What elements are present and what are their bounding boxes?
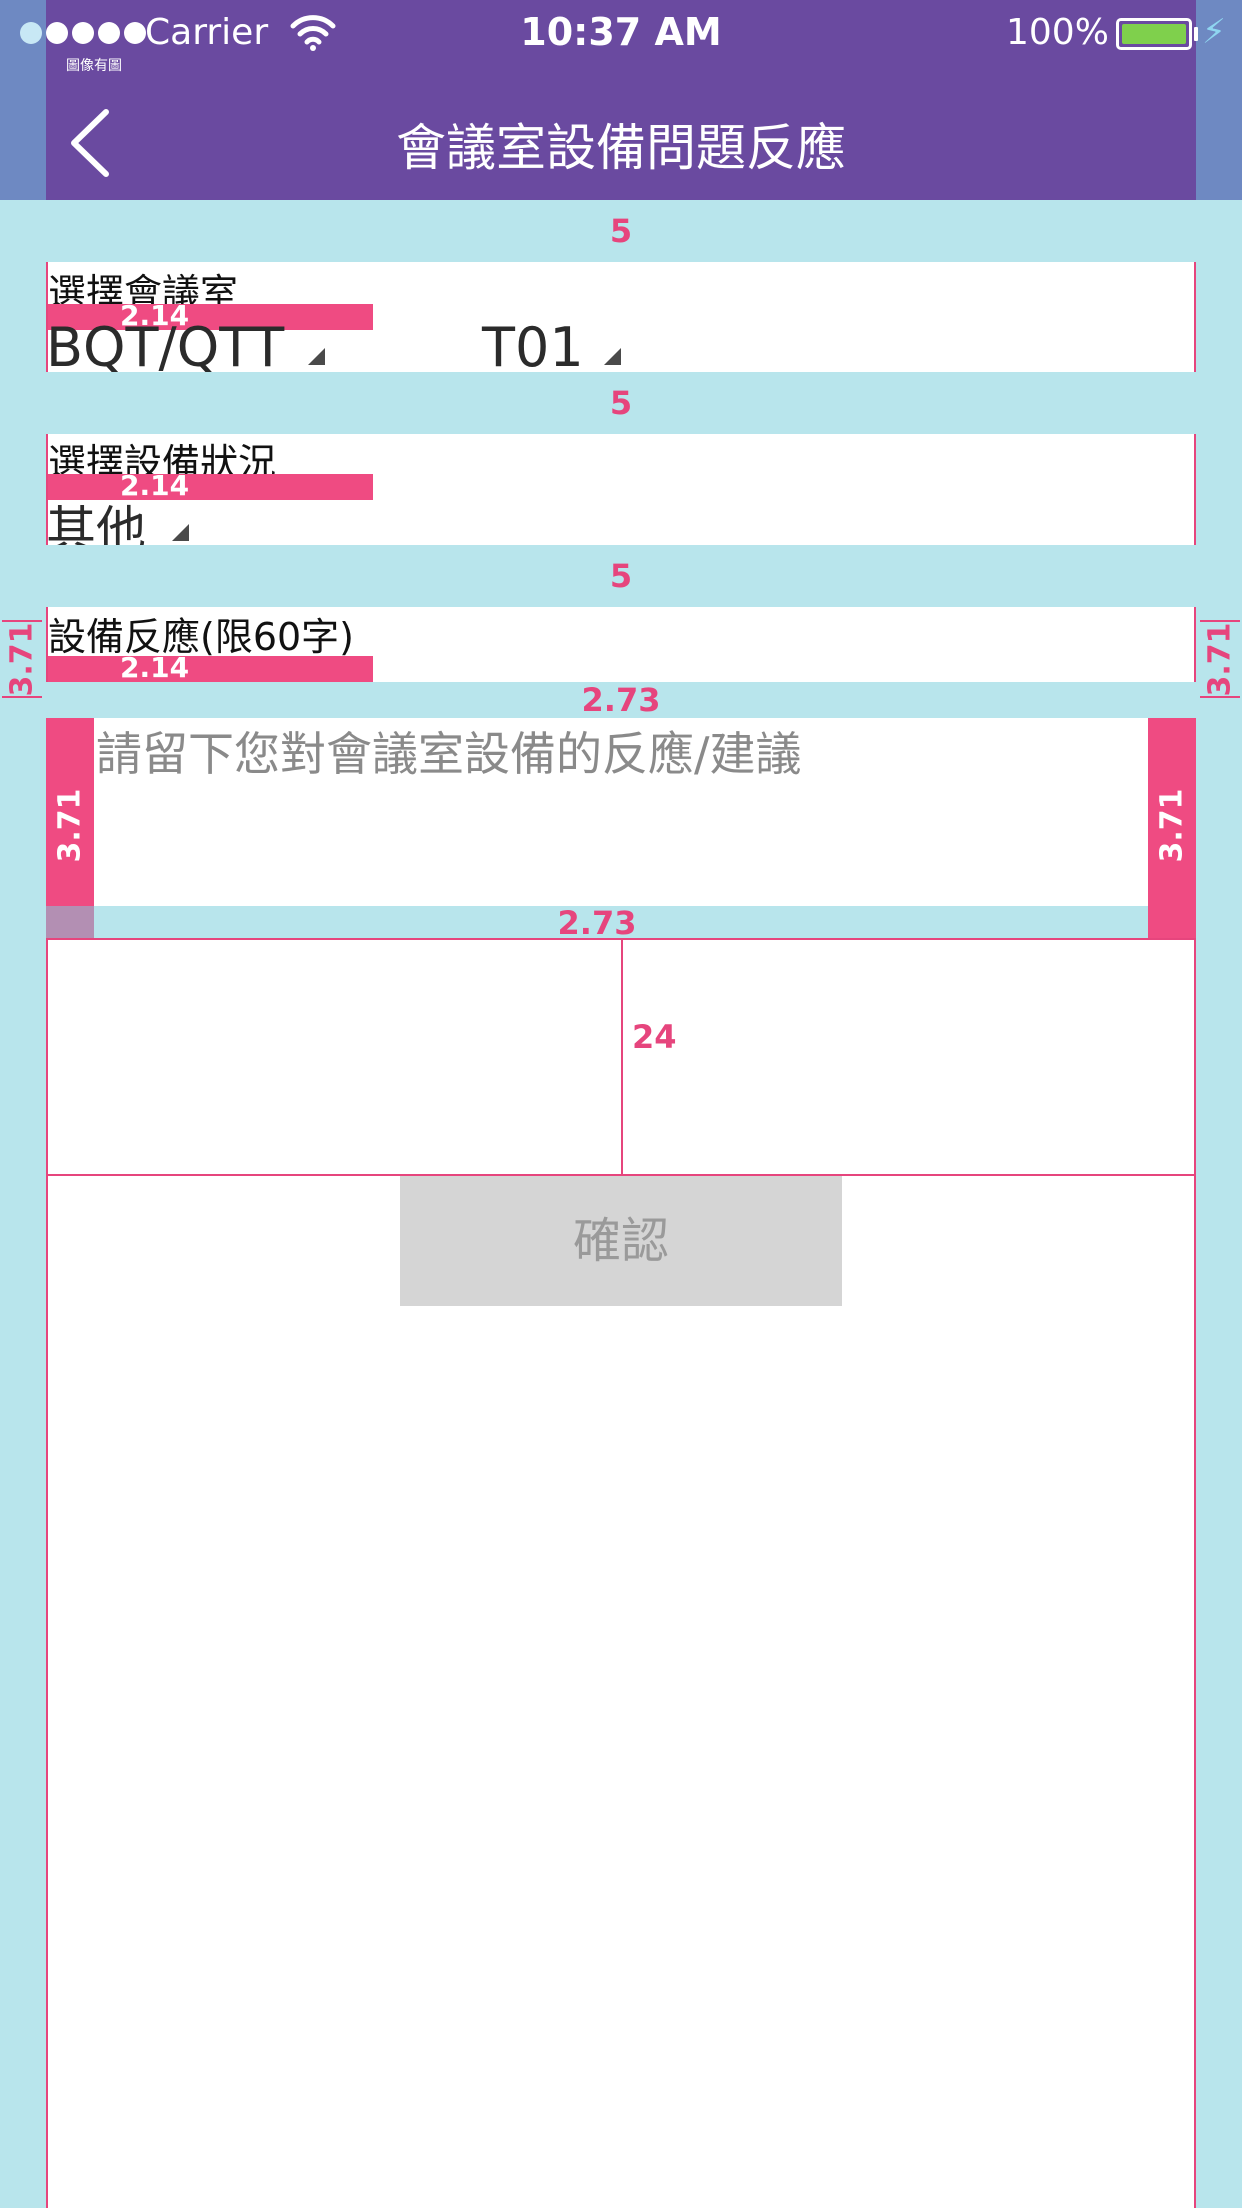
feedback-textarea-placeholder: 請留下您對會議室設備的反應/建議 (96, 727, 802, 781)
left-margin-guide (0, 0, 46, 2208)
feedback-section-label: 設備反應(限60字) (48, 615, 355, 659)
label-gap-measure-3: 2.14 (48, 651, 373, 684)
room-picker-value: T01 (482, 316, 584, 379)
input-right-padding-measure: 3.71 (1148, 718, 1196, 940)
status-tiny-label: 圖像有圖 (66, 58, 122, 74)
right-margin-measure: 3.71 (1196, 620, 1242, 700)
right-margin-guide (1196, 0, 1242, 2208)
battery-tip (1194, 27, 1198, 41)
spacer-band-top: 5 (46, 200, 1196, 262)
confirm-button[interactable]: 確認 (400, 1176, 842, 1306)
button-gap-value: 24 (632, 1018, 677, 1056)
input-left-padding-value: 3.71 (52, 788, 88, 863)
input-right-padding-value: 3.71 (1154, 788, 1190, 863)
right-guide-line (1194, 0, 1196, 2208)
input-bottom-gap-value: 2.73 (557, 904, 637, 942)
spacer-band-mid-value: 5 (609, 384, 633, 422)
charging-bolt-icon: ⚡ (1202, 12, 1226, 52)
building-picker-dropdown-icon (308, 348, 325, 365)
battery-icon (1116, 18, 1192, 50)
room-picker-dropdown-icon (604, 348, 621, 365)
input-corner-overlap (46, 906, 94, 940)
page-title: 會議室設備問題反應 (396, 119, 846, 177)
battery-percent: 100% (1006, 12, 1109, 53)
feedback-textarea[interactable]: 請留下您對會議室設備的反應/建議 (96, 718, 1146, 784)
left-margin-value: 3.71 (4, 622, 40, 697)
input-top-gap-value: 2.73 (581, 681, 661, 719)
input-bottom-gap: 2.73 (46, 906, 1148, 940)
room-picker[interactable]: T01 (480, 316, 630, 379)
status-picker[interactable]: 其他 (46, 494, 196, 559)
building-picker-value: BQT/QTT (46, 316, 285, 379)
building-picker[interactable]: BQT/QTT (46, 316, 336, 379)
spacer-band-top-value: 5 (609, 212, 633, 250)
left-margin-measure: 3.71 (0, 620, 46, 700)
input-top-gap: 2.73 (46, 682, 1196, 718)
spacer-band-bottom: 5 (46, 545, 1196, 607)
label-gap-value-3: 2.14 (120, 651, 190, 684)
gap-vertical-line (621, 940, 623, 1176)
spacer-band-mid: 5 (46, 372, 1196, 434)
status-bar: Carrier 10:37 AM 100% ⚡ 圖像有圖 (0, 0, 1242, 74)
status-picker-dropdown-icon (172, 524, 189, 541)
spacer-band-bottom-value: 5 (609, 557, 633, 595)
right-margin-value: 3.71 (1202, 622, 1238, 697)
